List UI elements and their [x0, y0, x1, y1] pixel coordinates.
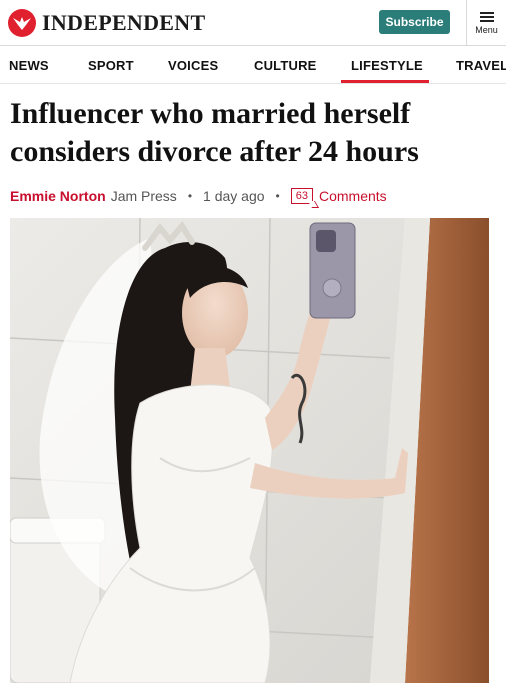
subscribe-button[interactable]: Subscribe	[379, 10, 450, 34]
photo-illustration	[10, 218, 489, 683]
eagle-icon	[8, 9, 36, 37]
nav-item-voices[interactable]: VOICES	[168, 58, 218, 73]
author-link[interactable]: Emmie Norton	[10, 188, 106, 204]
menu-label: Menu	[475, 24, 498, 35]
hamburger-icon	[479, 11, 494, 22]
separator-dot: •	[275, 189, 280, 203]
headline-line-2: considers divorce after 24 hours	[10, 135, 419, 168]
article-photo	[10, 218, 489, 683]
comments-label: Comments	[318, 188, 387, 204]
comment-count-icon: 63	[290, 188, 313, 204]
site-header: INDEPENDENT Subscribe Menu	[0, 0, 506, 46]
nav-item-lifestyle[interactable]: LIFESTYLE	[351, 58, 423, 73]
article-headline: Influencer who married herself considers…	[10, 95, 500, 171]
brand-name: INDEPENDENT	[42, 10, 206, 35]
nav-item-news[interactable]: NEWS	[9, 58, 49, 73]
headline-line-1: Influencer who married herself	[10, 97, 411, 130]
comments-link[interactable]: 63 Comments	[290, 188, 387, 204]
nav-item-travel[interactable]: TRAVEL	[456, 58, 506, 73]
active-nav-indicator	[341, 80, 429, 83]
section-nav: NEWS SPORT VOICES CULTURE LIFESTYLE TRAV…	[0, 47, 506, 84]
site-logo[interactable]: INDEPENDENT	[8, 9, 205, 37]
publish-date: 1 day ago	[203, 188, 265, 204]
menu-button[interactable]: Menu	[466, 0, 506, 46]
nav-item-sport[interactable]: SPORT	[88, 58, 134, 73]
nav-item-culture[interactable]: CULTURE	[254, 58, 317, 73]
separator-dot: •	[187, 189, 193, 203]
byline: Emmie Norton Jam Press • 1 day ago • 63 …	[10, 186, 387, 206]
source-label: Jam Press	[110, 188, 177, 204]
